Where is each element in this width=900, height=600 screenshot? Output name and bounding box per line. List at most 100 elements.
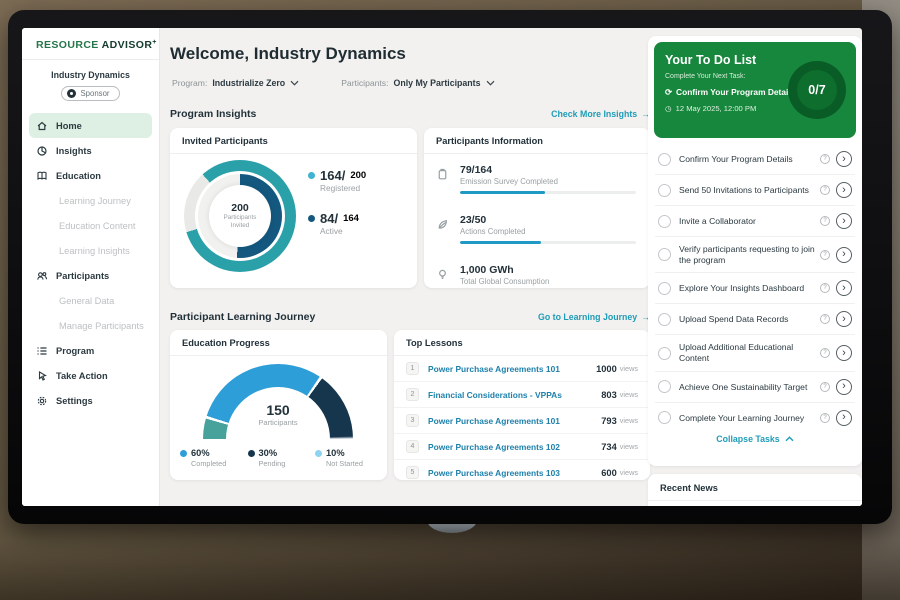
sidebar-item-education[interactable]: Education [22, 163, 159, 188]
help-icon[interactable]: ? [820, 314, 830, 324]
task-checkbox[interactable] [658, 347, 671, 360]
section-title: Participant Learning Journey [170, 311, 315, 323]
legend-pct: 10% [326, 448, 345, 458]
lesson-link[interactable]: Financial Considerations - VPPAs [428, 390, 601, 400]
task-row: Explore Your Insights Dashboard ? › [655, 273, 855, 304]
task-checkbox[interactable] [658, 248, 671, 261]
chevron-right-button[interactable]: › [836, 280, 852, 296]
main-content: Welcome, Industry Dynamics Program: Indu… [170, 28, 650, 506]
info-bar-fill [460, 191, 545, 194]
program-dropdown[interactable]: Program: Industrialize Zero [172, 78, 299, 88]
help-icon[interactable]: ? [820, 185, 830, 195]
help-icon[interactable]: ? [820, 348, 830, 358]
leaf-icon [436, 218, 449, 231]
recent-news-title: Recent News [648, 474, 862, 501]
sidebar-item-take-action[interactable]: Take Action [22, 363, 159, 388]
sidebar-item-label: Insights [56, 146, 92, 156]
todo-task-list: Confirm Your Program Details ? › Send 50… [655, 144, 855, 433]
task-row: Upload Spend Data Records ? › [655, 304, 855, 335]
gauge-center: 150 Participants [203, 402, 353, 427]
sidebar-item-insights[interactable]: Insights [22, 138, 159, 163]
help-icon[interactable]: ? [820, 413, 830, 423]
sidebar-item-label: Education Content [59, 221, 136, 231]
chevron-right-button[interactable]: › [836, 213, 852, 229]
task-checkbox[interactable] [658, 313, 671, 326]
task-checkbox[interactable] [658, 215, 671, 228]
sidebar-item-participants[interactable]: Participants [22, 263, 159, 288]
sidebar-nav: Home Insights Education Learning Journey… [22, 113, 159, 413]
recent-news-card: Recent News [648, 474, 862, 506]
lesson-rank: 1 [406, 362, 419, 375]
card-title: Participants Information [424, 128, 650, 154]
sidebar-item-general-data[interactable]: General Data [22, 288, 159, 313]
gauge-center-value: 150 [203, 402, 353, 418]
task-checkbox[interactable] [658, 282, 671, 295]
sidebar-item-label: Education [56, 171, 101, 181]
clock-icon: ◷ [665, 104, 672, 113]
sidebar-item-program[interactable]: Program [22, 338, 159, 363]
card-title: Education Progress [170, 330, 387, 356]
participants-icon [36, 270, 48, 282]
chevron-right-button[interactable]: › [836, 379, 852, 395]
donut-legend: 164/ 200 Registered 84/ 164 Active [308, 168, 366, 254]
legend-entry-active: 84/ 164 Active [308, 211, 366, 236]
stat-global-consumption: 1,000 GWh Total Global Consumption [436, 264, 638, 302]
chevron-right-button[interactable]: › [836, 182, 852, 198]
lesson-views: 600 [601, 468, 617, 478]
sidebar-item-learning-journey[interactable]: Learning Journey [22, 188, 159, 213]
todo-next-task: ⟳ Confirm Your Program Details [665, 87, 795, 97]
chevron-right-button[interactable]: › [836, 151, 852, 167]
sidebar-item-learning-insights[interactable]: Learning Insights [22, 238, 159, 263]
help-icon[interactable]: ? [820, 216, 830, 226]
participants-label: Participants: [341, 78, 388, 88]
lesson-link[interactable]: Power Purchase Agreements 101 [428, 364, 596, 374]
task-row: Verify participants requesting to join t… [655, 237, 855, 273]
legend-dot [248, 450, 255, 457]
legend-label: Registered [320, 183, 366, 193]
go-to-learning-journey-link[interactable]: Go to Learning Journey → [538, 312, 650, 322]
task-label: Send 50 Invitations to Participants [679, 185, 820, 196]
help-icon[interactable]: ? [820, 283, 830, 293]
collapse-tasks-link[interactable]: Collapse Tasks [648, 434, 862, 444]
participants-information-card: Participants Information 79/164 Emission… [424, 128, 650, 288]
link-label: Go to Learning Journey [538, 312, 637, 322]
org-name: Industry Dynamics [22, 70, 159, 80]
check-more-insights-link[interactable]: Check More Insights → [551, 109, 650, 119]
sidebar-item-label: Home [56, 121, 82, 131]
todo-subtitle: Complete Your Next Task: [665, 73, 745, 80]
task-row: Upload Additional Educational Content ? … [655, 335, 855, 371]
views-suffix: views [620, 416, 638, 425]
sidebar-item-settings[interactable]: Settings [22, 388, 159, 413]
task-checkbox[interactable] [658, 380, 671, 393]
chevron-right-button[interactable]: › [836, 410, 852, 426]
lesson-row: 3 Power Purchase Agreements 101 793 view… [394, 408, 650, 434]
sidebar-item-home[interactable]: Home [29, 113, 152, 138]
sidebar-item-manage-participants[interactable]: Manage Participants [22, 313, 159, 338]
task-checkbox[interactable] [658, 184, 671, 197]
chevron-right-button[interactable]: › [836, 311, 852, 327]
chevron-right-button[interactable]: › [836, 345, 852, 361]
sidebar-item-label: Program [56, 346, 94, 356]
lesson-link[interactable]: Power Purchase Agreements 103 [428, 468, 601, 478]
chevron-right-button[interactable]: › [836, 247, 852, 263]
task-label: Complete Your Learning Journey [679, 413, 820, 424]
lesson-views: 1000 [596, 364, 617, 374]
lesson-link[interactable]: Power Purchase Agreements 101 [428, 416, 601, 426]
task-checkbox[interactable] [658, 153, 671, 166]
learning-journey-header: Participant Learning Journey Go to Learn… [170, 311, 650, 323]
lightbulb-icon [436, 268, 449, 281]
sidebar-item-education-content[interactable]: Education Content [22, 213, 159, 238]
views-suffix: views [620, 442, 638, 451]
chevron-up-icon [785, 436, 794, 442]
participants-dropdown[interactable]: Participants: Only My Participants [341, 78, 494, 88]
task-checkbox[interactable] [658, 411, 671, 424]
help-icon[interactable]: ? [820, 382, 830, 392]
chevron-down-icon [486, 80, 495, 86]
sponsor-badge[interactable]: Sponsor [61, 86, 119, 101]
lesson-link[interactable]: Power Purchase Agreements 102 [428, 442, 601, 452]
filters-row: Program: Industrialize Zero Participants… [172, 78, 495, 88]
home-icon [36, 120, 48, 132]
help-icon[interactable]: ? [820, 250, 830, 260]
help-icon[interactable]: ? [820, 154, 830, 164]
views-suffix: views [620, 468, 638, 477]
